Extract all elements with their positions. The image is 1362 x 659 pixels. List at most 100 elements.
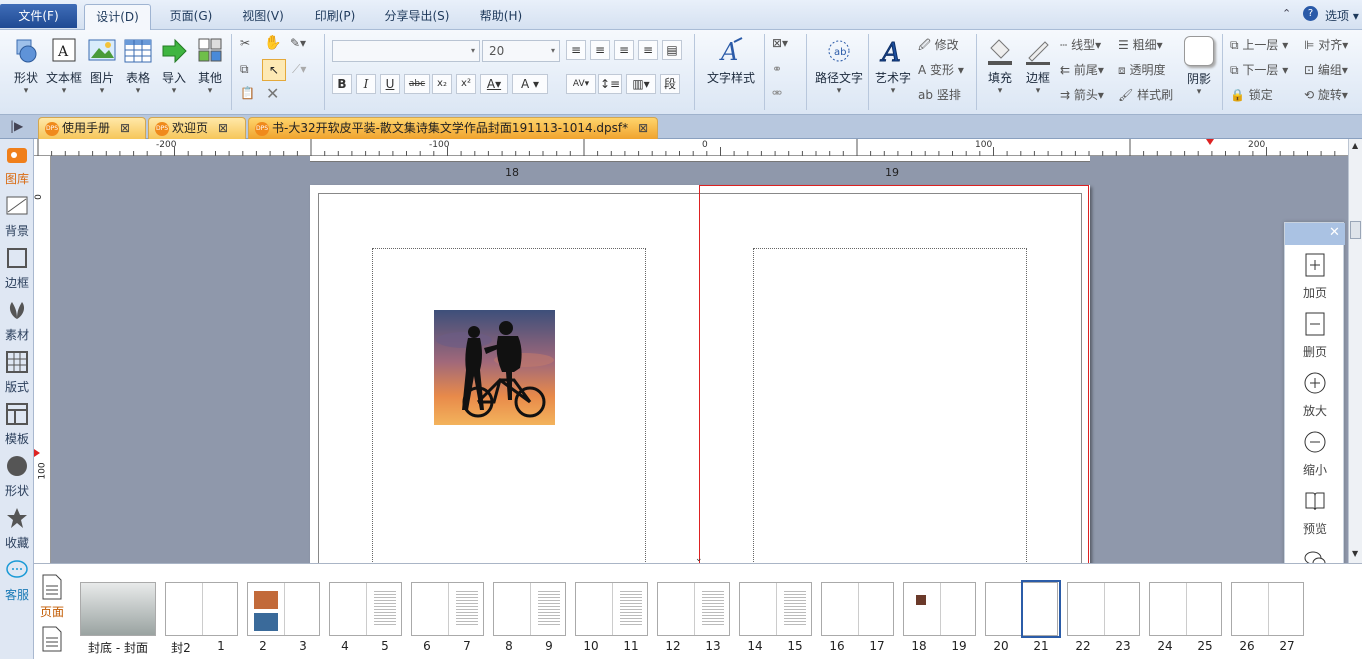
thumbnail-spread[interactable] [329, 582, 402, 636]
thumbnail-spread[interactable] [165, 582, 238, 636]
doc-tab-manual[interactable]: DPS 使用手册 ⊠ [38, 117, 146, 139]
format-brush-button[interactable]: 🖌 样式刷 [1118, 86, 1173, 103]
ruler-marker[interactable] [1206, 139, 1214, 145]
art-text-button[interactable]: A 艺术字 ▾ [872, 36, 914, 97]
bold-icon[interactable]: B [332, 74, 352, 94]
line-spacing-icon[interactable]: ↕≡ [598, 74, 622, 94]
justify-icon[interactable]: ≡ [638, 40, 658, 60]
thumbnail-cover[interactable] [80, 582, 156, 636]
delete-icon[interactable]: ✕ [266, 84, 279, 103]
vertical-text-button[interactable]: ab 竖排 [918, 86, 961, 103]
send-backward-button[interactable]: ⧉ 下一层 ▾ [1230, 61, 1288, 78]
doc-tab-current[interactable]: DPS 书-大32开软皮平装-散文集诗集文学作品封面191113-1014.dps… [248, 117, 658, 139]
thumbnail-spread[interactable] [739, 582, 812, 636]
vertical-scrollbar[interactable]: ▲ ▼ [1348, 139, 1362, 563]
scrollbar-thumb[interactable] [1350, 221, 1361, 239]
zoom-in-button[interactable]: 放大 [1285, 371, 1345, 419]
thumbnail-spread[interactable] [493, 582, 566, 636]
sidebar-item-gallery[interactable]: 图库 [0, 143, 34, 187]
ruler-marker[interactable] [34, 449, 40, 457]
scroll-up-icon[interactable]: ▲ [1352, 141, 1358, 150]
table-button[interactable]: 表格 ▾ [122, 36, 154, 96]
eyedropper-icon[interactable]: ✎▾ [290, 36, 306, 50]
sidebar-item-template[interactable]: 模板 [0, 403, 34, 447]
shape-button[interactable]: 形状 ▾ [8, 36, 44, 96]
copy-icon[interactable]: ⧉ [240, 62, 249, 77]
tab-design[interactable]: 设计(D) [84, 4, 151, 30]
arrow-head-button[interactable]: ⇉ 箭头▾ [1060, 86, 1104, 103]
tab-help[interactable]: 帮助(H) [468, 4, 534, 30]
transparency-button[interactable]: ⧈ 透明度 [1118, 61, 1165, 78]
close-tab-icon[interactable]: ⊠ [638, 118, 648, 138]
delete-page-button[interactable]: 删页 [1285, 312, 1345, 360]
font-size-select[interactable]: 20 ▾ [482, 40, 560, 62]
hand-tool-icon[interactable]: ✋ [264, 35, 281, 51]
superscript-icon[interactable]: x² [456, 74, 476, 94]
close-tab-icon[interactable]: ⊠ [218, 118, 228, 138]
tab-print[interactable]: 印刷(P) [302, 4, 368, 30]
align-button[interactable]: ⊫ 对齐▾ [1304, 36, 1348, 53]
sidebar-item-layout[interactable]: 版式 [0, 351, 34, 395]
close-tab-icon[interactable]: ⊠ [120, 118, 130, 138]
sidebar-item-shape[interactable]: 形状 [0, 455, 34, 499]
unlink-frames-icon[interactable]: ⚮ [772, 86, 782, 100]
canvas-area[interactable]: 18 19 ⌄ [51, 156, 1348, 563]
char-spacing-icon[interactable]: AV▾ [566, 74, 596, 94]
preview-button[interactable]: 预览 [1285, 489, 1345, 537]
highlight-color-icon[interactable]: A ▾ [512, 74, 548, 94]
bring-forward-button[interactable]: ⧉ 上一层 ▾ [1230, 36, 1288, 53]
align-left-icon[interactable]: ≡ [566, 40, 586, 60]
front-tail-button[interactable]: ⇇ 前尾▾ [1060, 61, 1104, 78]
options-menu[interactable]: 选项 ▾ [1325, 7, 1359, 24]
path-text-button[interactable]: ab 路径文字 ▾ [812, 36, 866, 96]
align-center-icon[interactable]: ≡ [590, 40, 610, 60]
paste-icon[interactable]: 📋 [240, 86, 255, 100]
zoom-out-button[interactable]: 缩小 [1285, 430, 1345, 478]
layers-panel-tab[interactable] [38, 626, 66, 655]
paragraph-icon[interactable]: 段 [660, 74, 680, 94]
thumbnail-spread[interactable] [411, 582, 484, 636]
scroll-down-icon[interactable]: ▼ [1352, 549, 1358, 558]
shadow-button[interactable]: 阴影 ▾ [1182, 36, 1216, 97]
fill-button[interactable]: 填充 ▾ [982, 36, 1018, 96]
sidebar-item-background[interactable]: 背景 [0, 195, 34, 239]
thumbnail-spread[interactable] [1231, 582, 1304, 636]
sidebar-item-favorites[interactable]: 收藏 [0, 507, 34, 551]
collapse-ribbon-icon[interactable]: ⌃ [1282, 7, 1291, 20]
text-frame-icon[interactable]: ⊠▾ [772, 36, 788, 50]
add-page-button[interactable]: 加页 [1285, 253, 1345, 301]
file-menu[interactable]: 文件(F) [0, 4, 77, 28]
thumbnail-spread[interactable] [985, 580, 1061, 638]
tab-page[interactable]: 页面(G) [158, 4, 224, 30]
line-type-button[interactable]: ┄ 线型▾ [1060, 36, 1101, 53]
modify-button[interactable]: 🖉 修改 [918, 36, 959, 57]
close-icon[interactable]: ✕ [1329, 225, 1340, 240]
thumbnail-spread[interactable] [657, 582, 730, 636]
scroll-down-indicator-icon[interactable]: ⌄ [695, 554, 703, 563]
select-tool-icon[interactable]: ↖ [262, 59, 286, 81]
font-color-icon[interactable]: A▾ [480, 74, 508, 94]
image-button[interactable]: 图片 ▾ [86, 36, 118, 96]
thumbnail-spread[interactable] [247, 582, 320, 636]
link-frames-icon[interactable]: ⚭ [772, 62, 782, 76]
couple-bicycle-photo[interactable] [434, 310, 555, 425]
columns-icon[interactable]: ▥▾ [626, 74, 656, 94]
pages-panel-tab[interactable]: 页面 [38, 574, 66, 620]
panel-toggle-icon[interactable]: |▶ [10, 119, 23, 133]
thickness-button[interactable]: ☰ 粗细▾ [1118, 36, 1163, 53]
align-right-icon[interactable]: ≡ [614, 40, 634, 60]
sidebar-item-material[interactable]: 素材 [0, 299, 34, 343]
thumbnail-spread[interactable] [1067, 582, 1140, 636]
lock-button[interactable]: 🔒 锁定 [1230, 86, 1273, 103]
textbox-button[interactable]: A 文本框 ▾ [44, 36, 84, 96]
import-button[interactable]: 导入 ▾ [158, 36, 190, 96]
thumbnail-spread[interactable] [575, 582, 648, 636]
horizontal-ruler[interactable]: -200 -100 0 100 200 [34, 139, 1348, 156]
group-button[interactable]: ⊡ 编组▾ [1304, 61, 1348, 78]
distribute-icon[interactable]: ▤ [662, 40, 682, 60]
sidebar-item-border[interactable]: 边框 [0, 247, 34, 291]
tab-view[interactable]: 视图(V) [230, 4, 296, 30]
thumbnail-spread[interactable] [821, 582, 894, 636]
underline-icon[interactable]: U [380, 74, 400, 94]
thumbnail-spread[interactable] [1149, 582, 1222, 636]
